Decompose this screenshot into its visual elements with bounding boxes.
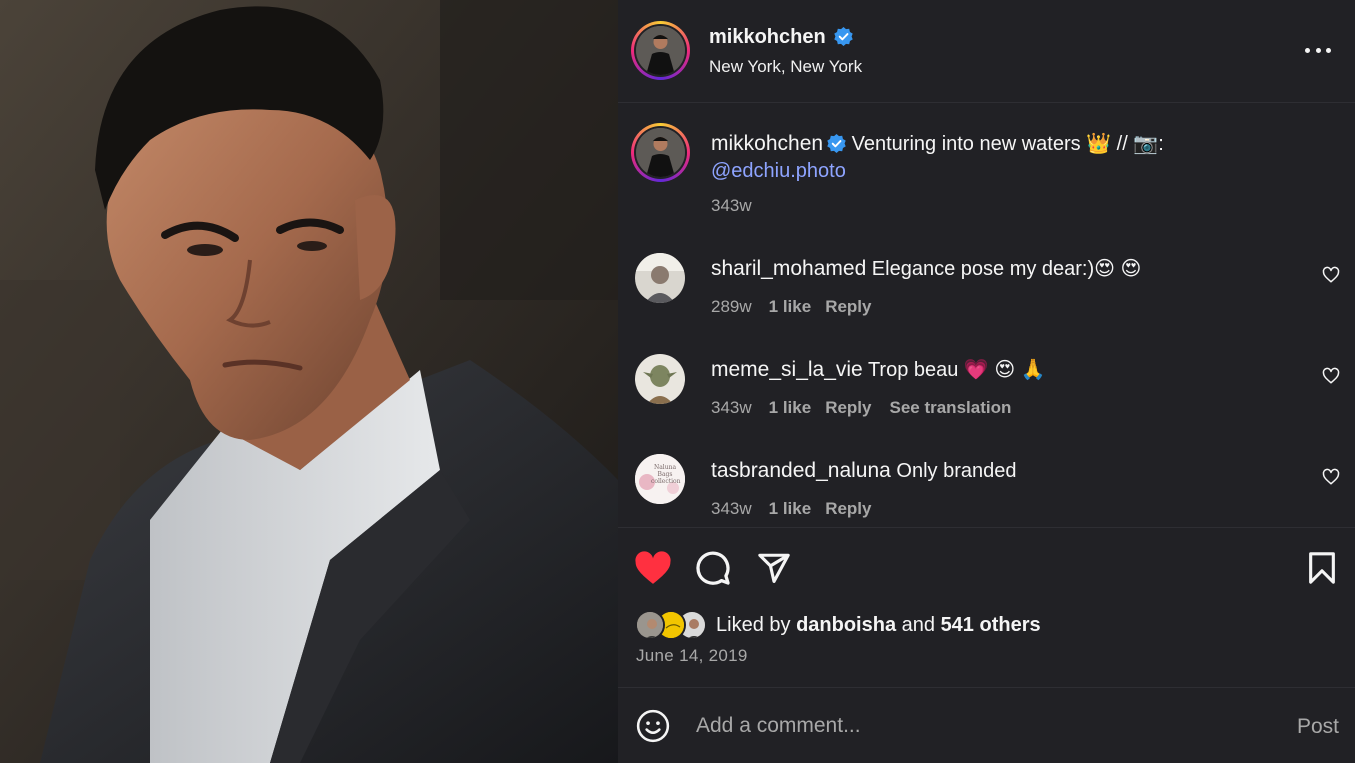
header-identity: mikkohchen xyxy=(709,26,853,49)
commenter-avatar-image xyxy=(635,354,685,404)
comment-likes[interactable]: 1 like xyxy=(769,297,812,316)
comment-item: sharil_mohamed Elegance pose my dear:)😍 … xyxy=(618,240,1355,330)
post-detail-panel: mikkohchen New York, New York mikkohchen… xyxy=(618,0,1355,763)
commenter-avatar[interactable]: Naluna Bags collection xyxy=(635,454,685,504)
liked-by-others-link[interactable]: 541 others xyxy=(941,614,1041,636)
liked-by-text: Liked by danboisha and 541 others xyxy=(716,614,1041,637)
like-heart-icon[interactable] xyxy=(634,550,672,586)
comment-composer: Post xyxy=(618,687,1355,763)
comment-bubble-icon[interactable] xyxy=(695,550,731,586)
comment-likes[interactable]: 1 like xyxy=(769,398,812,417)
commenter-avatar[interactable] xyxy=(635,354,685,404)
comment-meta: 343w 1 like Reply xyxy=(711,499,871,519)
author-avatar[interactable] xyxy=(631,21,690,80)
comment-like-heart-icon[interactable] xyxy=(1322,266,1340,284)
comment-meta: 289w 1 like Reply xyxy=(711,297,871,317)
more-options-icon[interactable] xyxy=(1305,40,1331,60)
photographer-mention-link[interactable]: @edchiu.photo xyxy=(711,160,846,182)
comment-item: Naluna Bags collection tasbranded_naluna… xyxy=(618,442,1355,527)
reply-button[interactable]: Reply xyxy=(825,499,871,518)
liked-by-prefix: Liked by xyxy=(716,613,797,636)
comment-text: Only branded xyxy=(890,460,1017,482)
comment-like-heart-icon[interactable] xyxy=(1322,367,1340,385)
comment-username[interactable]: tasbranded_naluna xyxy=(711,459,891,482)
post-photo xyxy=(0,0,618,763)
liked-by-and: and xyxy=(896,613,941,636)
caption-separator: // xyxy=(1111,133,1134,155)
author-avatar-image xyxy=(636,26,685,75)
commenter-avatar[interactable] xyxy=(635,253,685,303)
share-paper-plane-icon[interactable] xyxy=(756,551,792,585)
save-bookmark-icon[interactable] xyxy=(1307,551,1337,585)
comment-meta: 343w 1 like Reply See translation xyxy=(711,398,1011,418)
comment-username[interactable]: sharil_mohamed xyxy=(711,257,866,280)
comment-time[interactable]: 289w xyxy=(711,297,752,316)
caption-author-avatar[interactable] xyxy=(631,123,690,182)
post-date[interactable]: June 14, 2019 xyxy=(636,646,748,666)
commenter-avatar-image xyxy=(635,253,685,303)
caption-colon: : xyxy=(1158,133,1164,155)
comment-item: meme_si_la_vie Trop beau 💗 😍 🙏 343w 1 lik… xyxy=(618,341,1355,431)
caption-text: Venturing into new waters xyxy=(846,133,1087,155)
liked-by-user-link[interactable]: danboisha xyxy=(796,614,896,636)
post-location[interactable]: New York, New York xyxy=(709,57,862,77)
post-header: mikkohchen New York, New York xyxy=(618,0,1355,103)
author-username[interactable]: mikkohchen xyxy=(709,26,826,48)
post-actions: Liked by danboisha and 541 others June 1… xyxy=(618,527,1355,687)
comment-username[interactable]: meme_si_la_vie xyxy=(711,358,863,381)
commenter-avatar-logo-text: Naluna Bags collection xyxy=(651,464,681,485)
comment-input[interactable] xyxy=(696,710,1256,742)
comment-time[interactable]: 343w xyxy=(711,499,752,518)
caption-timestamp[interactable]: 343w xyxy=(711,196,752,216)
caption-username[interactable]: mikkohchen xyxy=(711,132,823,155)
caption-avatar-image xyxy=(636,128,685,177)
comment-body: tasbranded_naluna Only branded xyxy=(711,457,1016,485)
comment-time[interactable]: 343w xyxy=(711,398,752,417)
reply-button[interactable]: Reply xyxy=(825,398,871,417)
verified-badge-icon xyxy=(827,134,846,153)
comment-text: Trop beau 💗 😍 🙏 xyxy=(862,359,1046,381)
reply-button[interactable]: Reply xyxy=(825,297,871,316)
comment-like-heart-icon[interactable] xyxy=(1322,468,1340,486)
crown-emoji: 👑 xyxy=(1086,133,1112,155)
comment-body: meme_si_la_vie Trop beau 💗 😍 🙏 xyxy=(711,356,1046,384)
portrait-illustration xyxy=(0,0,618,763)
comment-body: sharil_mohamed Elegance pose my dear:)😍 … xyxy=(711,255,1141,283)
post-comment-button[interactable]: Post xyxy=(1297,715,1339,739)
see-translation-button[interactable]: See translation xyxy=(889,398,1011,417)
liker-avatar[interactable] xyxy=(635,610,665,640)
comment-text: Elegance pose my dear:)😍 😍 xyxy=(866,258,1142,280)
likes-summary: Liked by danboisha and 541 others xyxy=(635,609,1041,641)
verified-badge-icon xyxy=(834,27,853,46)
comment-likes[interactable]: 1 like xyxy=(769,499,812,518)
caption-body: mikkohchen Venturing into new waters 👑 /… xyxy=(711,130,1311,185)
camera-emoji: 📷 xyxy=(1133,133,1159,155)
emoji-picker-icon[interactable] xyxy=(636,709,670,743)
